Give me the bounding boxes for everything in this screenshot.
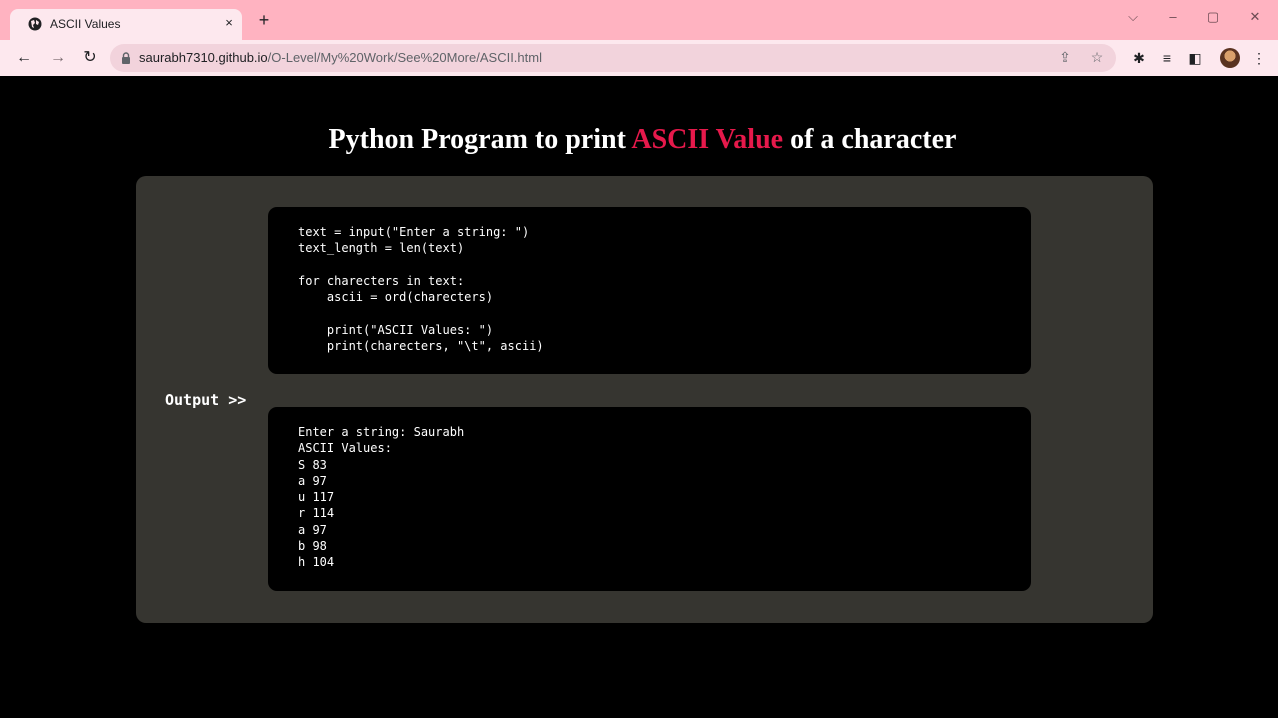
program-card: text = input("Enter a string: ") text_le… [136, 176, 1153, 623]
share-icon[interactable]: ⇪ [1056, 49, 1074, 66]
address-bar[interactable]: saurabh7310.github.io/O-Level/My%20Work/… [110, 44, 1116, 72]
close-window-button[interactable]: ✕ [1245, 9, 1265, 25]
tab-title: ASCII Values [50, 17, 121, 31]
url-path: /O-Level/My%20Work/See%20More/ASCII.html [267, 50, 542, 65]
code-block: text = input("Enter a string: ") text_le… [268, 207, 1031, 374]
tab-search-icon[interactable]: ⌵ [1123, 9, 1143, 25]
bookmark-star-icon[interactable]: ☆ [1088, 49, 1106, 66]
more-menu-icon[interactable]: ⋮ [1250, 49, 1268, 67]
url-domain: saurabh7310.github.io [139, 50, 268, 65]
new-tab-button[interactable]: + [254, 10, 274, 30]
output-block: Enter a string: Saurabh ASCII Values: S … [268, 407, 1031, 591]
tab-ascii-values[interactable]: ASCII Values × [10, 9, 242, 40]
reload-button[interactable]: ↻ [80, 48, 100, 68]
tab-strip: ASCII Values × + ⌵ – ▢ ✕ [0, 0, 1278, 40]
code-text: text = input("Enter a string: ") text_le… [298, 225, 544, 354]
back-button[interactable]: ← [14, 48, 34, 68]
page-viewport: Python Program to print ASCII Value of a… [7, 76, 1278, 718]
globe-icon [28, 17, 42, 31]
tab-close-icon[interactable]: × [221, 14, 237, 32]
extensions-icon[interactable]: ✱ [1130, 49, 1148, 67]
url-text[interactable]: saurabh7310.github.io/O-Level/My%20Work/… [139, 50, 542, 65]
title-text: Python Program to print [328, 124, 632, 155]
title-text-end: of a character [783, 124, 957, 155]
profile-avatar[interactable] [1220, 48, 1240, 68]
browser-toolbar: ← → ↻ saurabh7310.github.io/O-Level/My%2… [0, 40, 1278, 76]
side-panel-icon[interactable]: ◧ [1186, 49, 1204, 67]
title-highlight: ASCII Value [631, 124, 784, 155]
lock-icon[interactable] [121, 52, 131, 64]
forward-button[interactable]: → [48, 48, 68, 68]
output-text: Enter a string: Saurabh ASCII Values: S … [298, 425, 465, 570]
minimize-button[interactable]: – [1163, 9, 1183, 24]
restore-button[interactable]: ▢ [1203, 9, 1223, 25]
page-title: Python Program to print ASCII Value of a… [7, 124, 1278, 156]
output-label: Output >> [165, 391, 247, 409]
reading-list-icon[interactable]: ≡ [1158, 49, 1176, 67]
